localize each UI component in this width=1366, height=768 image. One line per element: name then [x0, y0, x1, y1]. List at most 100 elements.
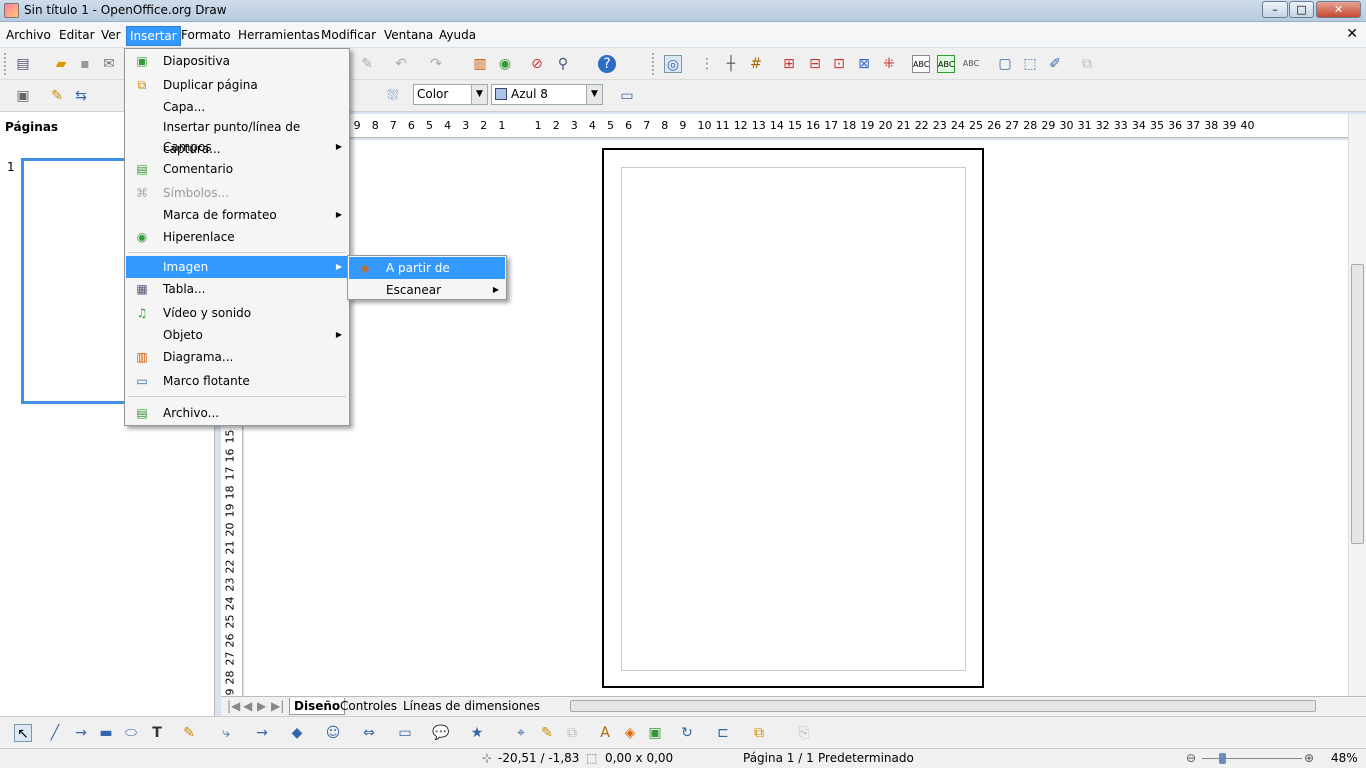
line-tool-icon[interactable]: ╱ [46, 724, 64, 742]
zoom-out-icon[interactable]: ⊖ [1186, 751, 1196, 765]
menu-item-objeto[interactable]: Objeto ▶ [126, 324, 348, 346]
toolbar-grip[interactable] [652, 53, 656, 75]
close-document-icon[interactable]: ✕ [1346, 26, 1358, 42]
maximize-button[interactable]: □ [1289, 1, 1314, 18]
curve-icon[interactable]: ✎ [180, 724, 198, 742]
menu-item-simbolos[interactable]: ⌘ Símbolos... [126, 182, 348, 204]
area-icon[interactable]: ⛆ [384, 87, 402, 105]
area-color-select[interactable]: Azul 8 ▼ [491, 84, 603, 105]
shadow-toggle-icon[interactable]: ⎘ [795, 724, 813, 742]
menu-editar[interactable]: Editar [56, 26, 98, 46]
zoom-slider-track[interactable] [1202, 758, 1302, 759]
horizontal-ruler[interactable]: 5141312111098765432112345678910111213141… [243, 114, 1348, 138]
from-file-icon[interactable]: ◈ [621, 724, 639, 742]
menu-item-a-partir-de-archivo[interactable]: ◈ A partir de archivo... [349, 257, 505, 297]
menu-item-archivo[interactable]: ▤ Archivo... [126, 402, 348, 424]
arrow-style-icon[interactable]: ⇆ [72, 87, 90, 105]
menu-item-insertar-punto[interactable]: Insertar punto/línea de captura... [126, 116, 348, 156]
paintbrush-icon[interactable]: ✐ [1046, 55, 1064, 73]
rectangle-icon[interactable]: ▬ [97, 724, 115, 742]
open-file-icon[interactable]: ▰ [52, 55, 70, 73]
extrusion-icon[interactable]: ⧉ [1078, 55, 1096, 73]
snap-icon[interactable]: # [747, 55, 765, 73]
toggle-extrusion-icon[interactable]: ⧉ [563, 724, 581, 742]
transformations-icon[interactable]: ▢ [996, 55, 1014, 73]
line-icon[interactable]: ✎ [48, 87, 66, 105]
menu-item-video-sonido[interactable]: ♫ Vídeo y sonido [126, 302, 348, 324]
menu-formato[interactable]: Formato [178, 26, 234, 46]
connector-icon[interactable]: ⤷ [217, 724, 235, 742]
drawing-canvas[interactable] [244, 140, 1348, 696]
save-icon[interactable]: ▪ [76, 55, 94, 73]
snap-border-icon[interactable]: ⊠ [855, 55, 873, 73]
text-tool-icon[interactable]: T [148, 724, 166, 742]
area-style-select[interactable]: Color ▼ [413, 84, 488, 105]
horizontal-scrollbar[interactable] [570, 700, 1316, 712]
basic-shapes-icon[interactable]: ◆ [288, 724, 306, 742]
align-icon[interactable]: ⊏ [714, 724, 732, 742]
shadow-icon[interactable]: ▭ [618, 87, 636, 105]
clone-format-icon[interactable]: ✎ [358, 55, 376, 73]
edit-points-icon[interactable]: ◎ [664, 55, 682, 73]
grid-icon[interactable]: ⋮ [698, 55, 716, 73]
menu-ver[interactable]: Ver [98, 26, 124, 46]
find-replace-icon[interactable]: ABC [962, 55, 980, 73]
menu-modificar[interactable]: Modificar [318, 26, 379, 46]
flowchart-icon[interactable]: ▭ [396, 724, 414, 742]
tab-last-icon[interactable]: ▶| [267, 698, 288, 715]
menu-item-duplicar-pagina[interactable]: ⧉ Duplicar página [126, 74, 348, 96]
close-window-button[interactable]: ✕ [1316, 1, 1361, 18]
tab-controles[interactable]: Controles [336, 698, 401, 715]
select-arrow-icon[interactable]: ↖ [14, 724, 32, 742]
points-icon[interactable]: ⌖ [512, 724, 530, 742]
callouts-icon[interactable]: 💬 [432, 724, 450, 742]
guides-icon[interactable]: ┼ [722, 55, 740, 73]
snap-guides-icon[interactable]: ⊟ [806, 55, 824, 73]
styles-icon[interactable]: ▣ [14, 87, 32, 105]
menu-item-hiperenlace[interactable]: ◉ Hiperenlace [126, 226, 348, 248]
scroll-thumb[interactable] [1351, 264, 1364, 544]
snap-points-icon[interactable]: ⁜ [880, 55, 898, 73]
stars-icon[interactable]: ★ [468, 724, 486, 742]
spellcheck-icon[interactable]: ABC [912, 55, 930, 73]
fontwork-icon[interactable]: A [596, 724, 614, 742]
toolbar-grip[interactable] [4, 53, 8, 75]
menu-item-tabla[interactable]: ▦ Tabla... [126, 278, 348, 300]
menu-archivo[interactable]: Archivo [3, 26, 54, 46]
menu-ventana[interactable]: Ventana [381, 26, 436, 46]
menu-item-campos[interactable]: Campos ▶ [126, 136, 348, 158]
glue-points-icon[interactable]: ✎ [538, 724, 556, 742]
menu-item-comentario[interactable]: ▤ Comentario [126, 158, 348, 180]
menu-item-imagen[interactable]: Imagen ▶ [126, 256, 348, 278]
hyperlink-icon[interactable]: ◉ [496, 55, 514, 73]
ellipse-icon[interactable]: ⬭ [122, 724, 140, 742]
tab-lineas-dimensiones[interactable]: Líneas de dimensiones [399, 698, 544, 715]
lines-arrows-icon[interactable]: → [253, 724, 271, 742]
zoom-slider-thumb[interactable] [1219, 753, 1226, 764]
menu-item-escanear[interactable]: Escanear ▶ [349, 279, 505, 301]
page-thumbnail[interactable] [21, 158, 131, 404]
zoom-level[interactable]: 48% [1331, 751, 1358, 765]
menu-item-capa[interactable]: Capa... [126, 96, 348, 118]
menu-item-diagrama[interactable]: ▥ Diagrama... [126, 346, 348, 368]
menu-herramientas[interactable]: Herramientas [235, 26, 323, 46]
minimize-button[interactable]: – [1262, 1, 1288, 18]
drawing-page[interactable] [602, 148, 984, 688]
undo-icon[interactable]: ↶ [392, 55, 410, 73]
arrow-line-icon[interactable]: → [72, 724, 90, 742]
new-document-icon[interactable]: ▤ [14, 55, 32, 73]
menu-item-marco-flotante[interactable]: ▭ Marco flotante [126, 370, 348, 392]
vertical-scrollbar[interactable] [1348, 114, 1366, 696]
snap-margins-icon[interactable]: ⊡ [830, 55, 848, 73]
navigator-icon[interactable]: ⊘ [528, 55, 546, 73]
gallery-icon[interactable]: ▣ [646, 724, 664, 742]
autospell-icon[interactable]: ABC [937, 55, 955, 73]
help-icon[interactable]: ? [598, 55, 616, 73]
rotate-icon[interactable]: ↻ [678, 724, 696, 742]
zoom-icon[interactable]: ⚲ [554, 55, 572, 73]
redo-icon[interactable]: ↷ [427, 55, 445, 73]
chart-icon[interactable]: ▥ [471, 55, 489, 73]
arrange-icon[interactable]: ⧉ [750, 724, 768, 742]
menu-ayuda[interactable]: Ayuda [436, 26, 479, 46]
snap-grid-icon[interactable]: ⊞ [780, 55, 798, 73]
